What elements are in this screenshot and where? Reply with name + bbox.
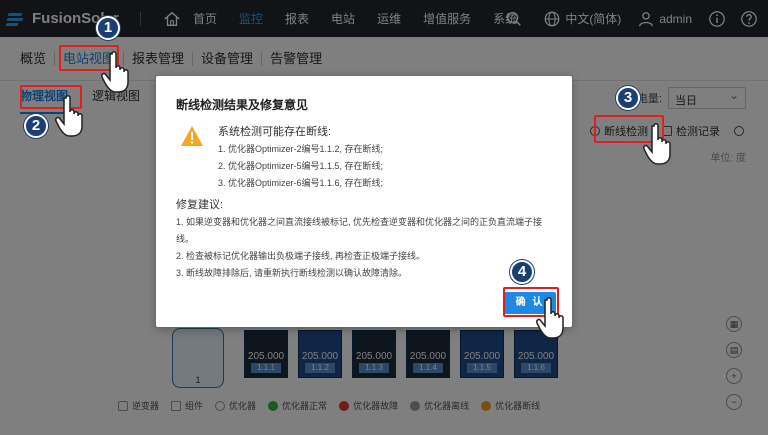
dialog-title: 断线检测结果及修复意见 — [176, 98, 309, 112]
suggest-item: 2. 检查被标记优化器输出负极端子接线, 再检查正极端子接线。 — [176, 251, 426, 261]
pointer-hand-icon — [55, 95, 83, 137]
pointer-hand-icon — [643, 123, 671, 165]
detect-item: 3. 优化器Optimizer-6编号1.1.6, 存在断线; — [218, 178, 384, 188]
detect-result-title: 系统检测可能存在断线: — [218, 126, 332, 138]
step-badge: 1 — [96, 16, 120, 40]
detect-item: 1. 优化器Optimizer-2编号1.1.2, 存在断线; — [218, 144, 384, 154]
pointer-hand-icon — [536, 297, 564, 339]
step-badge: 4 — [510, 260, 534, 284]
suggest-item: 3. 断线故障排除后, 请重新执行断线检测以确认故障清除。 — [176, 268, 408, 278]
warning-icon — [181, 126, 203, 146]
suggest-list: 1. 如果逆变器和优化器之间直流接线被标记, 优先检查逆变器和优化器之间的正负直… — [176, 214, 556, 282]
step-badge: 2 — [24, 114, 48, 138]
step-badge: 3 — [616, 86, 640, 110]
suggest-item: 1. 如果逆变器和优化器之间直流接线被标记, 优先检查逆变器和优化器之间的正负直… — [176, 217, 543, 244]
suggest-title: 修复建议: — [176, 199, 224, 211]
pointer-hand-icon — [101, 51, 129, 93]
detect-item: 2. 优化器Optimizer-5编号1.1.5, 存在断线; — [218, 161, 384, 171]
detect-result-list: 1. 优化器Optimizer-2编号1.1.2, 存在断线; 2. 优化器Op… — [218, 141, 383, 192]
